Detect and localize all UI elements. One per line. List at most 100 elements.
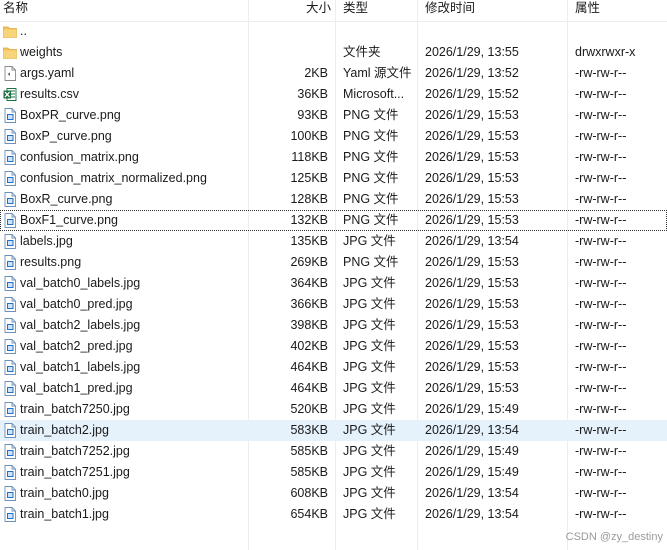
file-modified: 2026/1/29, 15:49 <box>425 465 519 479</box>
file-size: 100KB <box>290 129 328 143</box>
file-size: 135KB <box>290 234 328 248</box>
file-size: 125KB <box>290 171 328 185</box>
file-size: 464KB <box>290 381 328 395</box>
file-name: confusion_matrix_normalized.png <box>20 171 207 185</box>
file-name: confusion_matrix.png <box>20 150 139 164</box>
excel-file-icon <box>3 87 17 102</box>
file-size: 366KB <box>290 297 328 311</box>
file-permissions: -rw-rw-r-- <box>575 318 627 332</box>
file-modified: 2026/1/29, 15:53 <box>425 297 519 311</box>
image-file-icon <box>3 297 17 312</box>
file-name: weights <box>20 45 63 59</box>
file-size: 2KB <box>304 66 328 80</box>
file-row[interactable]: train_batch1.jpg 654KB JPG 文件 2026/1/29, 13… <box>0 504 667 525</box>
file-type: PNG 文件 <box>343 213 399 227</box>
file-permissions: -rw-rw-r-- <box>575 465 627 479</box>
file-type: JPG 文件 <box>343 444 396 458</box>
file-name: BoxP_curve.png <box>20 129 112 143</box>
file-permissions: -rw-rw-r-- <box>575 108 627 122</box>
file-permissions: -rw-rw-r-- <box>575 150 627 164</box>
file-type: PNG 文件 <box>343 129 399 143</box>
file-permissions: -rw-rw-r-- <box>575 360 627 374</box>
file-row[interactable]: train_batch7250.jpg 520KB JPG 文件 2026/1/29,… <box>0 399 667 420</box>
file-row[interactable]: val_batch0_labels.jpg 364KB JPG 文件 2026/1/2… <box>0 273 667 294</box>
file-row[interactable]: results.csv 36KB Microsoft... 2026/1/29, 15… <box>0 84 667 105</box>
file-modified: 2026/1/29, 15:53 <box>425 150 519 164</box>
file-type: JPG 文件 <box>343 234 396 248</box>
file-permissions: -rw-rw-r-- <box>575 297 627 311</box>
file-modified: 2026/1/29, 15:53 <box>425 318 519 332</box>
file-size: 583KB <box>290 423 328 437</box>
file-type: JPG 文件 <box>343 423 396 437</box>
file-row[interactable]: train_batch7252.jpg 585KB JPG 文件 2026/1/29,… <box>0 441 667 462</box>
column-header-permissions[interactable]: 属性 <box>575 0 600 21</box>
file-type: JPG 文件 <box>343 486 396 500</box>
file-size: 269KB <box>290 255 328 269</box>
file-modified: 2026/1/29, 15:53 <box>425 276 519 290</box>
file-row[interactable]: labels.jpg 135KB JPG 文件 2026/1/29, 13:54 -rw… <box>0 231 667 252</box>
file-row[interactable]: val_batch1_pred.jpg 464KB JPG 文件 2026/1/29,… <box>0 378 667 399</box>
file-row[interactable]: results.png 269KB PNG 文件 2026/1/29, 15:53 -r… <box>0 252 667 273</box>
file-permissions: -rw-rw-r-- <box>575 234 627 248</box>
file-row[interactable]: confusion_matrix.png 118KB PNG 文件 2026/1/29… <box>0 147 667 168</box>
file-size: 132KB <box>290 213 328 227</box>
file-permissions: -rw-rw-r-- <box>575 192 627 206</box>
image-file-icon <box>3 339 17 354</box>
column-header-name[interactable]: 名称 <box>3 0 28 21</box>
file-modified: 2026/1/29, 15:53 <box>425 129 519 143</box>
file-row[interactable]: .. <box>0 21 667 42</box>
file-modified: 2026/1/29, 15:49 <box>425 402 519 416</box>
image-file-icon <box>3 465 17 480</box>
file-permissions: -rw-rw-r-- <box>575 444 627 458</box>
file-type: PNG 文件 <box>343 171 399 185</box>
file-name: BoxF1_curve.png <box>20 213 118 227</box>
file-name: train_batch7251.jpg <box>20 465 130 479</box>
file-type: JPG 文件 <box>343 507 396 521</box>
image-file-icon <box>3 276 17 291</box>
image-file-icon <box>3 444 17 459</box>
file-size: 402KB <box>290 339 328 353</box>
file-row[interactable]: weights 文件夹 2026/1/29, 13:55 drwxrwxr-x <box>0 42 667 63</box>
file-size: 585KB <box>290 444 328 458</box>
column-header-size[interactable]: 大小 <box>306 0 331 21</box>
file-type: PNG 文件 <box>343 192 399 206</box>
file-type: JPG 文件 <box>343 402 396 416</box>
file-row[interactable]: val_batch1_labels.jpg 464KB JPG 文件 2026/1/2… <box>0 357 667 378</box>
file-row[interactable]: BoxR_curve.png 128KB PNG 文件 2026/1/29, 15:5… <box>0 189 667 210</box>
file-row[interactable]: val_batch0_pred.jpg 366KB JPG 文件 2026/1/29,… <box>0 294 667 315</box>
column-header-type[interactable]: 类型 <box>343 0 368 21</box>
file-row[interactable]: BoxF1_curve.png 132KB PNG 文件 2026/1/29, 15:… <box>0 210 667 231</box>
file-size: 520KB <box>290 402 328 416</box>
text-file-icon <box>3 66 17 81</box>
file-row[interactable]: BoxPR_curve.png 93KB PNG 文件 2026/1/29, 15:5… <box>0 105 667 126</box>
file-row[interactable]: BoxP_curve.png 100KB PNG 文件 2026/1/29, 15:5… <box>0 126 667 147</box>
file-name: train_batch1.jpg <box>20 507 109 521</box>
file-row[interactable]: args.yaml 2KB Yaml 源文件 2026/1/29, 13:52 -rw-… <box>0 63 667 84</box>
image-file-icon <box>3 486 17 501</box>
image-file-icon <box>3 381 17 396</box>
file-name: BoxR_curve.png <box>20 192 113 206</box>
file-row[interactable]: val_batch2_pred.jpg 402KB JPG 文件 2026/1/29,… <box>0 336 667 357</box>
file-row[interactable]: train_batch0.jpg 608KB JPG 文件 2026/1/29, 13… <box>0 483 667 504</box>
file-modified: 2026/1/29, 15:53 <box>425 192 519 206</box>
file-permissions: -rw-rw-r-- <box>575 402 627 416</box>
file-modified: 2026/1/29, 15:53 <box>425 108 519 122</box>
file-name: BoxPR_curve.png <box>20 108 121 122</box>
file-row[interactable]: train_batch2.jpg 583KB JPG 文件 2026/1/29, 13… <box>0 420 667 441</box>
file-row[interactable]: confusion_matrix_normalized.png 125KB PNG … <box>0 168 667 189</box>
file-size: 464KB <box>290 360 328 374</box>
file-modified: 2026/1/29, 15:53 <box>425 171 519 185</box>
image-file-icon <box>3 171 17 186</box>
file-row[interactable]: val_batch2_labels.jpg 398KB JPG 文件 2026/1/2… <box>0 315 667 336</box>
image-file-icon <box>3 507 17 522</box>
file-modified: 2026/1/29, 15:53 <box>425 255 519 269</box>
image-file-icon <box>3 192 17 207</box>
file-modified <box>425 21 565 42</box>
file-name: train_batch7252.jpg <box>20 444 130 458</box>
image-file-icon <box>3 423 17 438</box>
file-type: Microsoft... <box>343 87 405 101</box>
file-type: JPG 文件 <box>343 318 396 332</box>
file-row[interactable]: train_batch7251.jpg 585KB JPG 文件 2026/1/29,… <box>0 462 667 483</box>
file-type: PNG 文件 <box>343 255 399 269</box>
column-header-modified[interactable]: 修改时间 <box>425 0 475 21</box>
